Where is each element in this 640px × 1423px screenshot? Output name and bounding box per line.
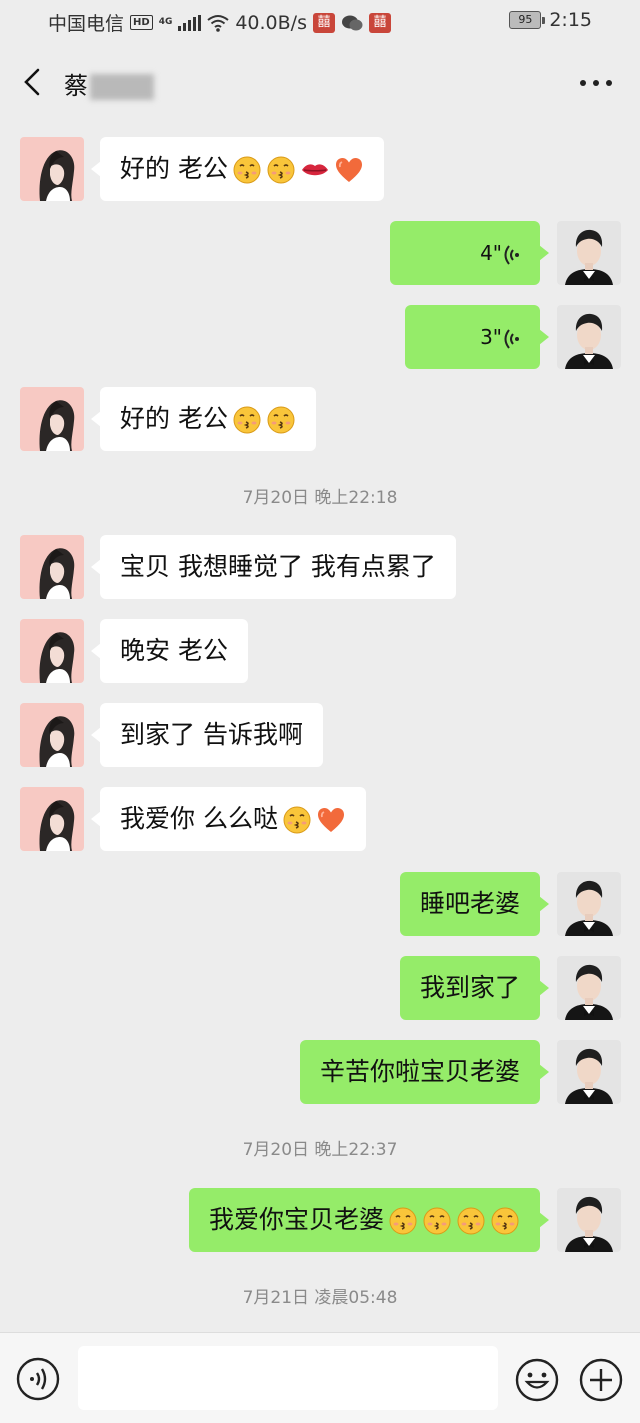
app-notification-icon: 囍 bbox=[368, 12, 391, 33]
chat-title: 蔡 bbox=[64, 66, 154, 101]
message-bubble[interactable]: 我爱你宝贝老婆 bbox=[188, 1188, 550, 1252]
battery-icon: 95 bbox=[509, 11, 546, 29]
message-text: 我到家了 bbox=[419, 973, 520, 1002]
kiss-emoji-icon bbox=[282, 805, 312, 835]
contact-avatar[interactable] bbox=[20, 703, 84, 767]
message-bubble[interactable]: 好的 老公 bbox=[91, 137, 384, 201]
message-text: 到家了 告诉我啊 bbox=[120, 720, 303, 749]
wifi-icon bbox=[207, 14, 229, 32]
back-icon[interactable] bbox=[16, 64, 52, 100]
contact-avatar[interactable] bbox=[20, 137, 84, 201]
message-text: 睡吧老婆 bbox=[419, 889, 520, 918]
network-speed: 40.0B/s bbox=[235, 11, 307, 34]
network-type: 4G bbox=[158, 17, 173, 27]
timestamp: 7月20日 晚上22:18 bbox=[242, 488, 398, 508]
message-text: 晚安 老公 bbox=[120, 636, 228, 665]
hd-badge: HD bbox=[130, 15, 153, 30]
message-text: 我爱你宝贝老婆 bbox=[208, 1205, 384, 1234]
voice-duration: 4" bbox=[480, 241, 502, 265]
plus-icon[interactable] bbox=[578, 1357, 624, 1403]
message-bubble[interactable]: 好的 老公 bbox=[91, 387, 316, 451]
voice-message-bubble[interactable]: 3" bbox=[405, 305, 549, 369]
heart-emoji-icon bbox=[334, 155, 364, 185]
voice-duration: 3" bbox=[480, 325, 502, 349]
more-options-icon[interactable] bbox=[580, 80, 612, 86]
message-bubble[interactable]: 晚安 老公 bbox=[91, 619, 248, 683]
heart-emoji-icon bbox=[316, 805, 346, 835]
my-avatar[interactable] bbox=[557, 956, 621, 1020]
contact-name: 蔡 bbox=[64, 72, 88, 100]
status-bar: 中国电信 HD 4G 40.0B/s 囍 囍 95 2:15 bbox=[0, 0, 640, 44]
app-notification-icon: 囍 bbox=[312, 12, 335, 33]
kiss-emoji-icon bbox=[232, 155, 262, 185]
voice-wave-icon bbox=[504, 244, 520, 266]
my-avatar[interactable] bbox=[557, 872, 621, 936]
contact-avatar[interactable] bbox=[20, 619, 84, 683]
kiss-emoji-icon bbox=[456, 1206, 486, 1236]
kiss-emoji-icon bbox=[232, 405, 262, 435]
message-bubble[interactable]: 辛苦你啦宝贝老婆 bbox=[299, 1040, 550, 1104]
name-redaction bbox=[90, 74, 154, 100]
signal-icon bbox=[178, 14, 202, 31]
lips-emoji-icon bbox=[300, 155, 330, 185]
voice-icon[interactable] bbox=[16, 1357, 60, 1401]
message-text: 辛苦你啦宝贝老婆 bbox=[319, 1057, 520, 1086]
status-left: 中国电信 HD 4G 40.0B/s 囍 囍 bbox=[48, 9, 391, 36]
my-avatar[interactable] bbox=[557, 221, 621, 285]
contact-avatar[interactable] bbox=[20, 787, 84, 851]
timestamp: 7月20日 晚上22:37 bbox=[242, 1140, 398, 1160]
message-bubble[interactable]: 睡吧老婆 bbox=[399, 872, 550, 936]
input-bar bbox=[0, 1332, 640, 1423]
wechat-icon bbox=[341, 15, 363, 30]
timestamp: 7月21日 凌晨05:48 bbox=[242, 1288, 398, 1308]
message-text: 宝贝 我想睡觉了 我有点累了 bbox=[120, 552, 436, 581]
my-avatar[interactable] bbox=[557, 305, 621, 369]
voice-wave-icon bbox=[504, 328, 520, 350]
message-bubble[interactable]: 到家了 告诉我啊 bbox=[91, 703, 323, 767]
contact-avatar[interactable] bbox=[20, 387, 84, 451]
message-bubble[interactable]: 我到家了 bbox=[399, 956, 550, 1020]
message-bubble[interactable]: 宝贝 我想睡觉了 我有点累了 bbox=[91, 535, 456, 599]
emoji-icon[interactable] bbox=[514, 1357, 560, 1403]
kiss-emoji-icon bbox=[490, 1206, 520, 1236]
status-right: 95 2:15 bbox=[509, 9, 592, 31]
contact-avatar[interactable] bbox=[20, 535, 84, 599]
message-input[interactable] bbox=[78, 1346, 498, 1410]
message-text: 好的 老公 bbox=[120, 404, 228, 433]
kiss-emoji-icon bbox=[422, 1206, 452, 1236]
voice-message-bubble[interactable]: 4" bbox=[390, 221, 549, 285]
chat-header: 蔡 bbox=[0, 44, 640, 120]
carrier-label: 中国电信 bbox=[48, 13, 125, 35]
clock: 2:15 bbox=[549, 9, 592, 31]
kiss-emoji-icon bbox=[266, 405, 296, 435]
my-avatar[interactable] bbox=[557, 1040, 621, 1104]
my-avatar[interactable] bbox=[557, 1188, 621, 1252]
kiss-emoji-icon bbox=[388, 1206, 418, 1236]
message-bubble[interactable]: 我爱你 么么哒 bbox=[91, 787, 366, 851]
message-text: 我爱你 么么哒 bbox=[120, 804, 278, 833]
kiss-emoji-icon bbox=[266, 155, 296, 185]
message-text: 好的 老公 bbox=[120, 154, 228, 183]
